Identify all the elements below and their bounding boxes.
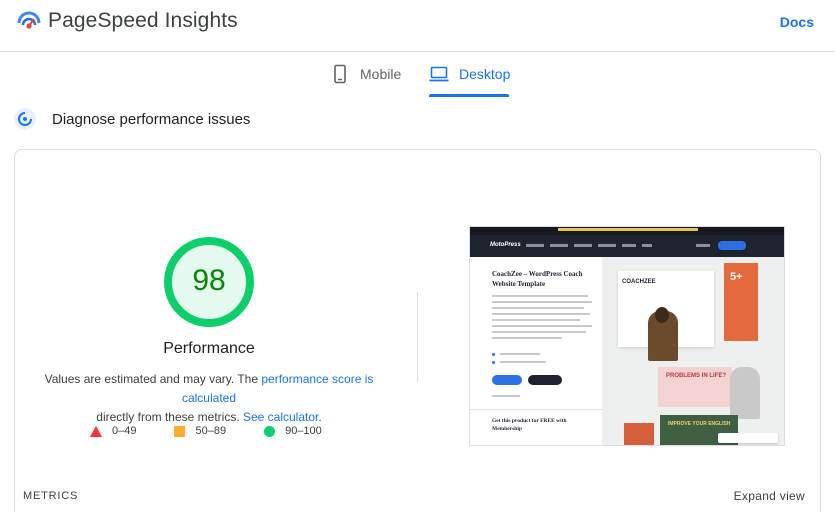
screenshot-separator — [470, 409, 602, 410]
screenshot-nav-item — [526, 244, 544, 247]
screenshot-nav-item — [696, 244, 710, 247]
legend-fail: 0–49 — [90, 425, 136, 437]
screenshot-problems-panel: PROBLEMS IN LIFE? — [658, 367, 732, 407]
screenshot-demo-button — [528, 375, 562, 385]
screenshot-text-line — [500, 353, 540, 355]
screenshot-title: CoachZee – WordPress Coach Website Templ… — [492, 270, 583, 288]
screenshot-stat-panel: 5+ — [724, 263, 758, 341]
see-calculator-link[interactable]: See calculator — [243, 410, 318, 424]
expand-view-button[interactable]: Expand view — [734, 489, 805, 503]
screenshot-navbar: MotoPress — [470, 235, 784, 257]
pagespeed-logo-icon[interactable] — [17, 9, 41, 33]
screenshot-bullet — [492, 353, 495, 356]
final-screenshot: MotoPress CoachZee – WordPress Coach Web… — [469, 226, 785, 446]
screenshot-nav-item — [574, 244, 592, 247]
screenshot-nav-item — [622, 244, 636, 247]
score-legend: 0–49 50–89 90–100 — [90, 425, 360, 437]
tab-mobile-label: Mobile — [360, 66, 402, 82]
screenshot-bullet — [492, 361, 495, 364]
diagnose-icon — [14, 108, 36, 130]
screenshot-orange-panel — [624, 423, 654, 445]
app-title[interactable]: PageSpeed Insights — [48, 9, 238, 33]
screenshot-stat-number: 5+ — [730, 271, 743, 283]
screenshot-text-line — [492, 295, 588, 297]
screenshot-text-line — [492, 325, 592, 327]
fail-triangle-icon — [90, 425, 102, 437]
screenshot-nav-item — [598, 244, 616, 247]
legend-average-label: 50–89 — [195, 425, 227, 437]
note-text-start: Values are estimated and may vary. The — [44, 372, 262, 386]
performance-note: Values are estimated and may vary. The p… — [24, 370, 394, 427]
screenshot-problems-text: PROBLEMS IN LIFE? — [666, 373, 726, 379]
screenshot-brand: MotoPress — [490, 242, 521, 248]
docs-link[interactable]: Docs — [780, 14, 814, 30]
device-tabs: Mobile Desktop — [0, 52, 835, 100]
diagnose-title: Diagnose performance issues — [52, 110, 251, 128]
screenshot-text-line — [492, 319, 580, 321]
screenshot-purchase-button — [492, 375, 522, 385]
legend-fail-label: 0–49 — [112, 425, 137, 437]
diagnose-header: Diagnose performance issues — [14, 106, 250, 132]
performance-score: 98 — [192, 264, 226, 297]
screenshot-text-line — [492, 307, 584, 309]
note-text-middle: directly from these metrics. — [96, 410, 243, 424]
screenshot-nav-button — [718, 241, 746, 250]
legend-average: 50–89 — [174, 425, 226, 437]
screenshot-subtitle: Get this product for FREE with Membershi… — [492, 418, 567, 432]
legend-pass-label: 90–100 — [285, 425, 322, 437]
tab-mobile[interactable]: Mobile — [330, 64, 402, 100]
screenshot-english-text: IMPROVE YOUR ENGLISH — [668, 421, 731, 427]
screenshot-announcement-bar — [470, 227, 784, 235]
screenshot-text-line — [492, 337, 562, 339]
legend-pass: 90–100 — [264, 425, 322, 437]
top-app-bar: PageSpeed Insights Docs — [0, 0, 835, 52]
tab-desktop-label: Desktop — [459, 66, 511, 82]
screenshot-nav-item — [550, 244, 568, 247]
screenshot-text-line — [492, 313, 590, 315]
average-square-icon — [174, 425, 186, 437]
screenshot-text-line — [492, 331, 586, 333]
laptop-icon — [429, 66, 449, 82]
screenshot-logo-text: COACHZEE — [622, 279, 656, 285]
performance-label: Performance — [163, 340, 255, 357]
screenshot-text-line — [492, 301, 592, 303]
active-tab-indicator — [429, 94, 509, 97]
smartphone-icon — [334, 64, 346, 84]
metrics-section-label: METRICS — [23, 490, 79, 502]
note-text-end: . — [318, 410, 322, 424]
card-divider — [417, 292, 418, 382]
screenshot-nav-item — [642, 244, 652, 247]
screenshot-woman-image — [730, 367, 760, 419]
screenshot-text-line — [500, 361, 546, 363]
pass-circle-icon — [264, 425, 276, 437]
screenshot-person-head — [655, 307, 669, 323]
screenshot-text-line — [492, 395, 520, 397]
screenshot-cookie-badge — [718, 433, 778, 443]
